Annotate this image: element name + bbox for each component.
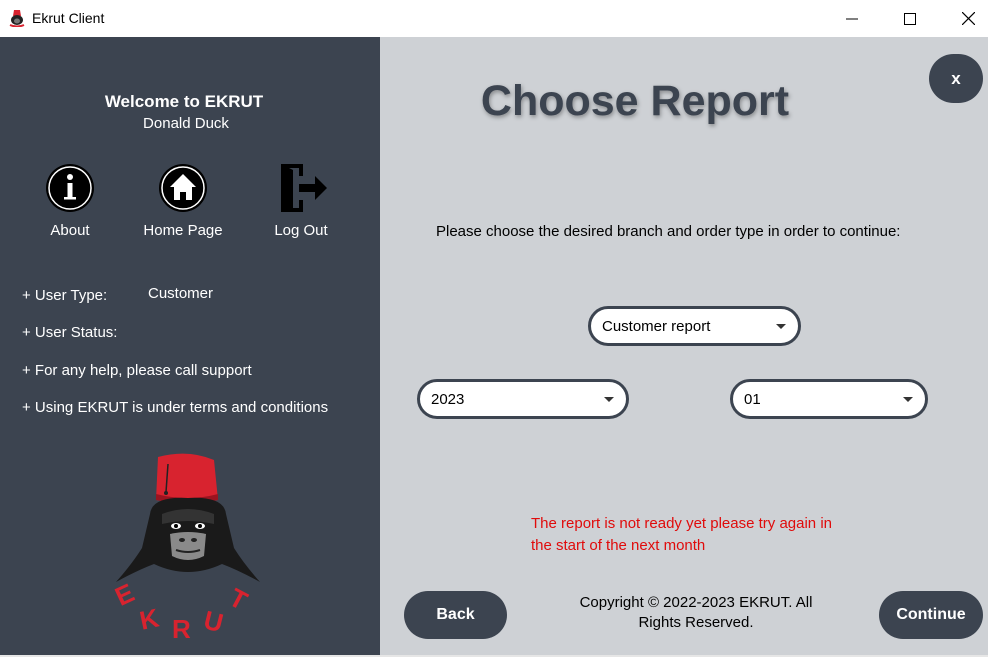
page-title: Choose Report: [480, 77, 790, 125]
copyright-text: Copyright © 2022-2023 EKRUT. All Rights …: [570, 593, 822, 633]
month-value: 01: [744, 390, 761, 408]
copyright-line-1: Copyright © 2022-2023 EKRUT. All: [579, 594, 813, 611]
main-panel: Choose Report x Please choose the desire…: [380, 37, 988, 655]
error-message: The report is not ready yet please try a…: [531, 513, 851, 557]
app-icon: [9, 10, 25, 27]
home-page-button[interactable]: Home Page: [128, 162, 238, 242]
report-type-select[interactable]: Customer report: [588, 306, 801, 346]
about-label: About: [50, 222, 90, 239]
home-page-label: Home Page: [143, 222, 223, 239]
ekrut-logo: E K R U T: [110, 453, 260, 642]
report-type-value: Customer report: [602, 317, 711, 335]
continue-button[interactable]: Continue: [879, 591, 983, 639]
svg-text:K: K: [137, 602, 162, 635]
maximize-button[interactable]: [881, 0, 939, 37]
month-select[interactable]: 01: [730, 379, 928, 419]
user-type-value: Customer: [148, 285, 214, 302]
chevron-down-icon: [604, 397, 614, 402]
title-bar: Ekrut Client: [0, 0, 988, 37]
logout-icon: [281, 164, 327, 212]
support-info: + For any help, please call support: [22, 362, 252, 379]
home-icon: [159, 164, 207, 212]
minimize-button[interactable]: [823, 0, 881, 37]
copyright-line-2: Rights Reserved.: [638, 614, 754, 631]
info-icon: [46, 164, 94, 212]
terms-info: + Using EKRUT is under terms and conditi…: [22, 399, 329, 416]
chevron-down-icon: [903, 397, 913, 402]
log-out-label: Log Out: [274, 222, 328, 239]
close-button[interactable]: x: [929, 54, 983, 103]
minimize-icon: [846, 18, 858, 19]
svg-text:E: E: [110, 577, 138, 612]
welcome-title: Welcome to EKRUT: [104, 92, 264, 111]
svg-text:T: T: [224, 582, 252, 616]
maximize-icon: [904, 12, 916, 25]
window-title: Ekrut Client: [32, 10, 105, 26]
about-button[interactable]: About: [15, 162, 125, 242]
error-line-2: the start of the next month: [531, 537, 706, 554]
year-select[interactable]: 2023: [417, 379, 629, 419]
svg-text:R: R: [172, 614, 191, 642]
svg-text:U: U: [201, 605, 226, 639]
back-button[interactable]: Back: [404, 591, 507, 639]
close-window-button[interactable]: [939, 0, 988, 37]
user-status-label: + User Status:: [22, 324, 118, 341]
log-out-button[interactable]: Log Out: [246, 162, 356, 242]
user-type-label: + User Type:: [22, 287, 108, 304]
year-value: 2023: [431, 390, 465, 408]
sidebar: Welcome to EKRUT Donald Duck About Home …: [0, 37, 380, 655]
error-line-1: The report is not ready yet please try a…: [531, 515, 832, 532]
instruction-text: Please choose the desired branch and ord…: [436, 223, 901, 240]
user-name: Donald Duck: [143, 115, 229, 132]
chevron-down-icon: [776, 324, 786, 329]
close-icon: [961, 12, 975, 25]
